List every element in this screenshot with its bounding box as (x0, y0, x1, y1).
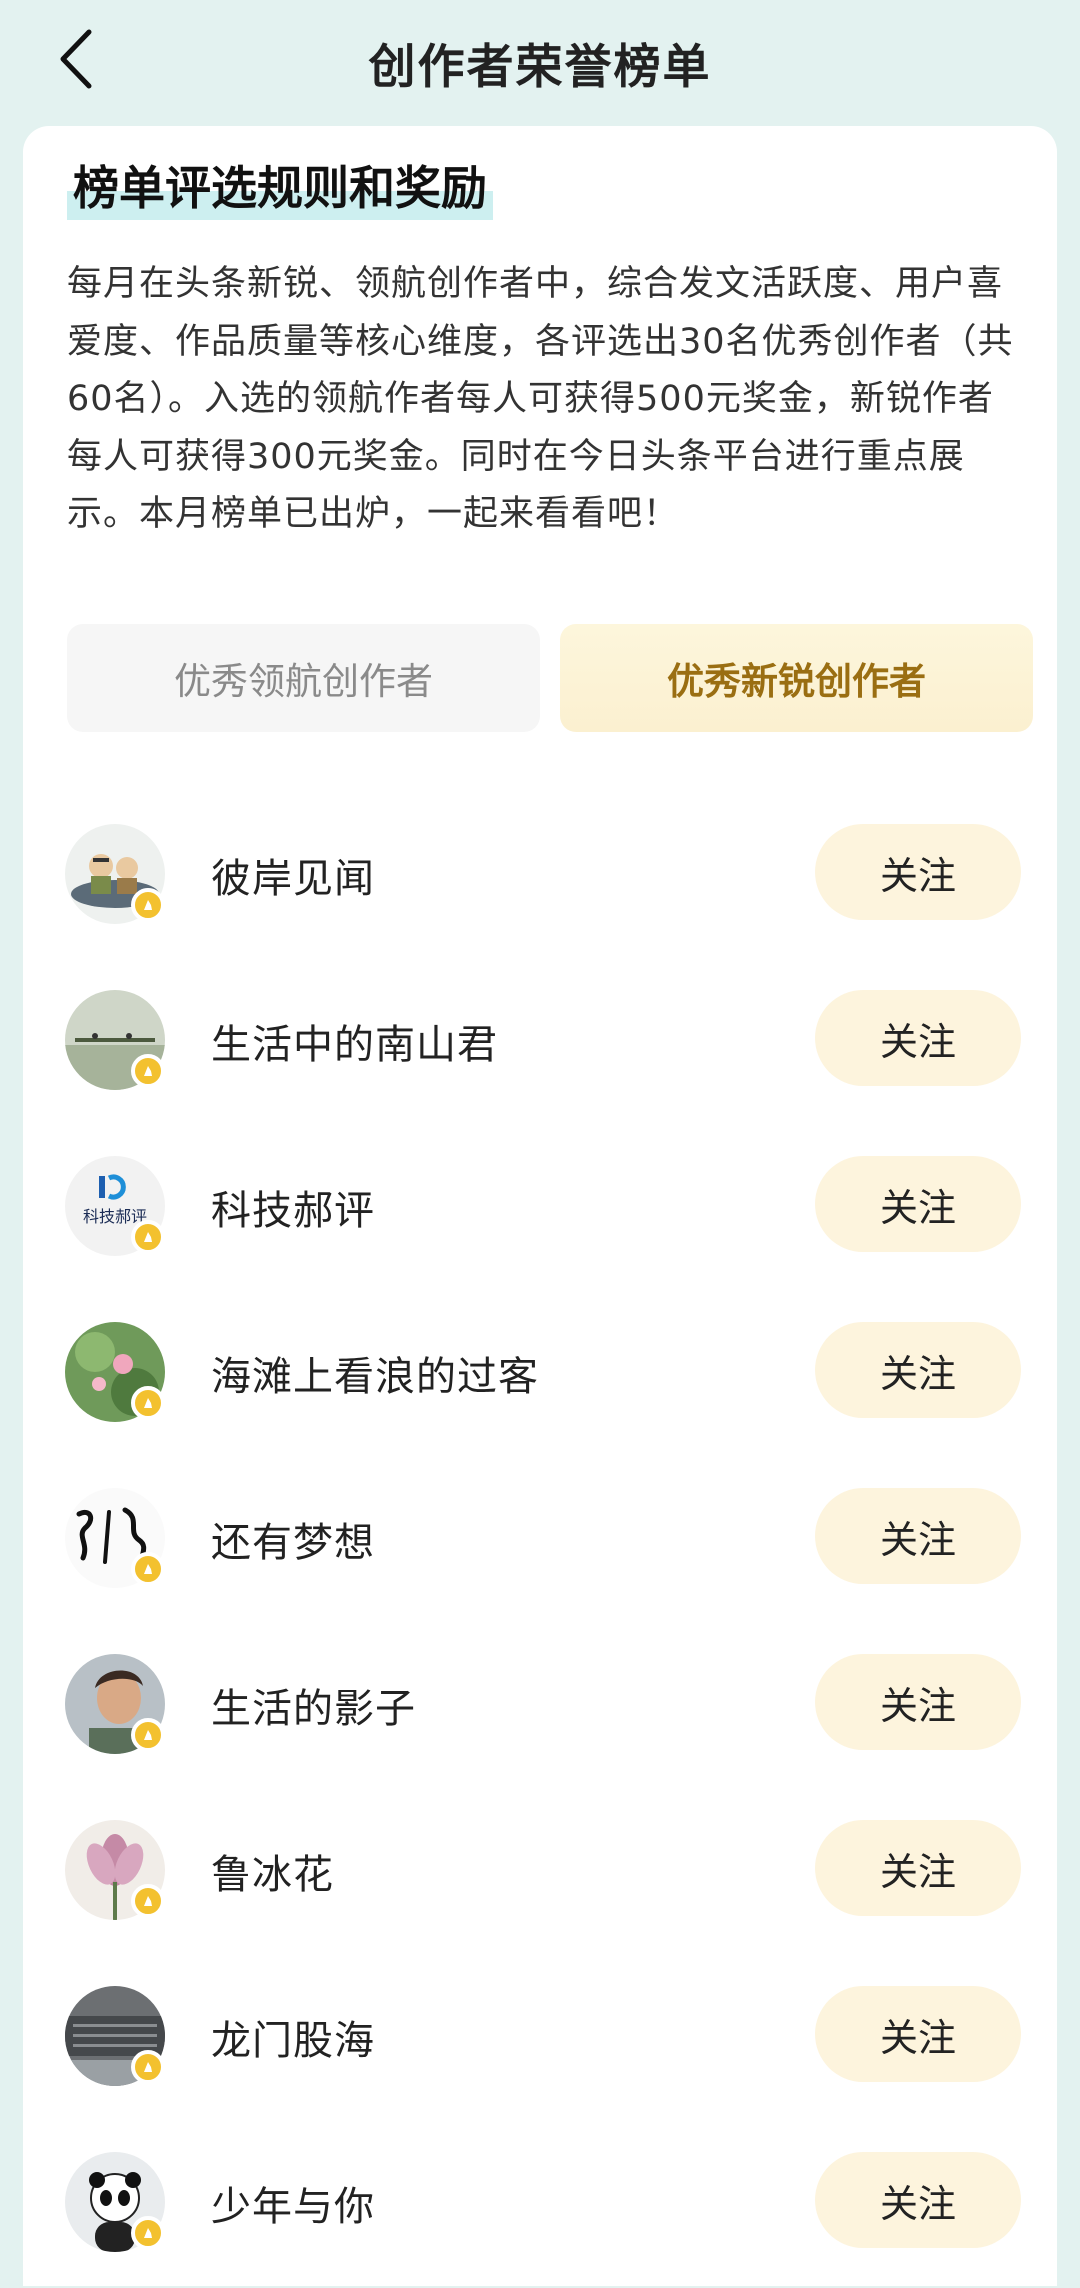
badge-icon (131, 1884, 165, 1918)
creator-name[interactable]: 科技郝评 (211, 1178, 375, 1236)
list-item: 生活中的南山君 关注 (23, 960, 1057, 1126)
creator-name[interactable]: 海滩上看浪的过客 (211, 1344, 539, 1402)
badge-icon (131, 1386, 165, 1420)
list-item: 龙门股海 关注 (23, 1956, 1057, 2122)
creator-name[interactable]: 彼岸见闻 (211, 846, 375, 904)
follow-button[interactable]: 关注 (815, 1156, 1021, 1252)
follow-button[interactable]: 关注 (815, 1654, 1021, 1750)
follow-button[interactable]: 关注 (815, 1322, 1021, 1418)
follow-button[interactable]: 关注 (815, 1488, 1021, 1584)
creator-name[interactable]: 还有梦想 (211, 1510, 375, 1568)
follow-button[interactable]: 关注 (815, 824, 1021, 920)
list-item: 生活的影子 关注 (23, 1624, 1057, 1790)
follow-button[interactable]: 关注 (815, 1986, 1021, 2082)
list-item: 彼岸见闻 关注 (23, 794, 1057, 960)
rules-title: 榜单评选规则和奖励 (67, 156, 493, 220)
badge-icon (131, 1718, 165, 1752)
tab-leading-creators[interactable]: 优秀领航创作者 (67, 624, 540, 732)
follow-button[interactable]: 关注 (815, 2152, 1021, 2248)
follow-button[interactable]: 关注 (815, 1820, 1021, 1916)
nav-bar: 创作者荣誉榜单 (0, 0, 1080, 118)
creator-name[interactable]: 生活的影子 (211, 1676, 416, 1734)
badge-icon (131, 2050, 165, 2084)
tab-bar: 优秀领航创作者 优秀新锐创作者 (67, 624, 1033, 732)
creator-name[interactable]: 生活中的南山君 (211, 1012, 498, 1070)
list-item: 鲁冰花 关注 (23, 1790, 1057, 1956)
badge-icon (131, 2216, 165, 2250)
list-item: 科技郝评 科技郝评 关注 (23, 1126, 1057, 1292)
creator-name[interactable]: 龙门股海 (211, 2008, 375, 2066)
list-item: 海滩上看浪的过客 关注 (23, 1292, 1057, 1458)
list-item: 少年与你 关注 (23, 2122, 1057, 2288)
page-title: 创作者荣誉榜单 (368, 40, 712, 95)
creator-name[interactable]: 少年与你 (211, 2174, 375, 2232)
content-card: 榜单评选规则和奖励 每月在头条新锐、领航创作者中，综合发文活跃度、用户喜爱度、作… (23, 126, 1057, 2286)
rules-description: 每月在头条新锐、领航创作者中，综合发文活跃度、用户喜爱度、作品质量等核心维度，各… (67, 264, 1014, 534)
list-item: 还有梦想 关注 (23, 1458, 1057, 1624)
badge-icon (131, 1220, 165, 1254)
creator-name[interactable]: 鲁冰花 (211, 1842, 334, 1900)
badge-icon (131, 1054, 165, 1088)
follow-button[interactable]: 关注 (815, 990, 1021, 1086)
badge-icon (131, 1552, 165, 1586)
tab-new-creators[interactable]: 优秀新锐创作者 (560, 624, 1033, 732)
badge-icon (131, 888, 165, 922)
